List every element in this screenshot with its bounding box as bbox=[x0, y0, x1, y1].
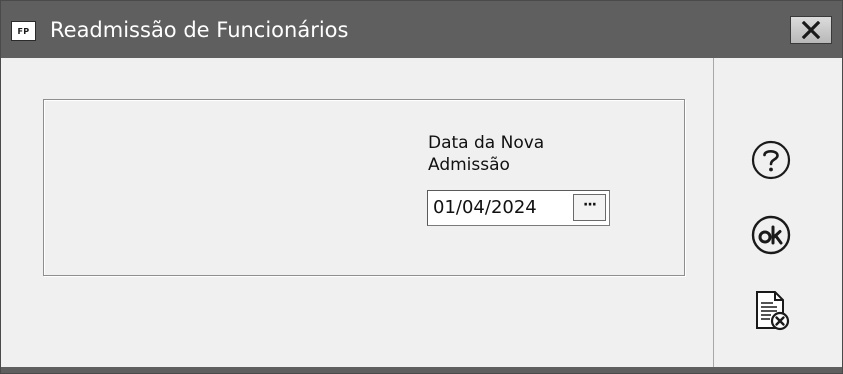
readmission-dialog: FP Readmissão de Funcionários Data da No… bbox=[0, 0, 843, 374]
ok-circle-icon bbox=[751, 215, 791, 255]
date-picker-button[interactable]: ··· bbox=[573, 194, 606, 221]
app-icon: FP bbox=[11, 21, 36, 41]
close-button[interactable] bbox=[790, 16, 832, 44]
date-label: Data da Nova Admissão bbox=[428, 133, 545, 175]
document-cancel-icon bbox=[756, 291, 790, 331]
group-box: Data da Nova Admissão 01/04/2024 ··· bbox=[43, 99, 685, 276]
help-question-icon bbox=[751, 140, 791, 180]
title-bar[interactable]: FP Readmissão de Funcionários bbox=[1, 1, 842, 58]
form-area: Data da Nova Admissão 01/04/2024 ··· bbox=[1, 58, 713, 367]
new-admission-date-field[interactable]: 01/04/2024 ··· bbox=[427, 190, 610, 226]
window-title: Readmissão de Funcionários bbox=[50, 18, 349, 42]
ok-button[interactable] bbox=[747, 211, 795, 259]
cancel-button[interactable] bbox=[747, 287, 795, 335]
bottom-border bbox=[1, 367, 842, 373]
help-button[interactable] bbox=[747, 136, 795, 184]
close-x-icon bbox=[801, 21, 821, 39]
action-panel bbox=[713, 58, 842, 367]
date-value[interactable]: 01/04/2024 bbox=[433, 197, 537, 219]
